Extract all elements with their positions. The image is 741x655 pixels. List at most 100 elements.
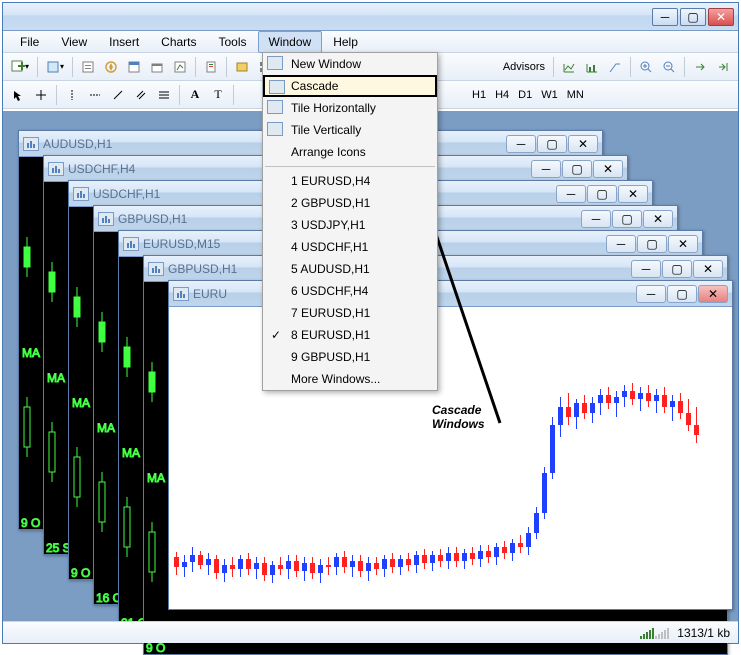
- chart-close-button[interactable]: ✕: [568, 135, 598, 153]
- trendline-button[interactable]: [107, 84, 129, 106]
- text-button[interactable]: A: [184, 84, 206, 106]
- chart-close-button[interactable]: ✕: [618, 185, 648, 203]
- chart-close-button[interactable]: ✕: [668, 235, 698, 253]
- timeframe-mn[interactable]: MN: [563, 87, 588, 103]
- menu-charts[interactable]: Charts: [150, 31, 207, 53]
- svg-text:9 O: 9 O: [21, 516, 40, 529]
- menu-item-tile-horizontally[interactable]: Tile Horizontally: [263, 97, 437, 119]
- text-label-button[interactable]: T: [207, 84, 229, 106]
- window-list-item[interactable]: 4 USDCHF,H1: [263, 236, 437, 258]
- chart-minimize-button[interactable]: ─: [636, 285, 666, 303]
- chart-icon: [148, 262, 164, 276]
- svg-text:MA: MA: [47, 371, 65, 385]
- menu-item-arrange-icons[interactable]: Arrange Icons: [263, 141, 437, 163]
- minimize-button[interactable]: ─: [652, 8, 678, 26]
- close-icon: ✕: [716, 10, 726, 24]
- window-list-item[interactable]: 3 USDJPY,H1: [263, 214, 437, 236]
- window-list-item[interactable]: 5 AUDUSD,H1: [263, 258, 437, 280]
- chart-close-button[interactable]: ✕: [693, 260, 723, 278]
- zoom-in-button[interactable]: [635, 56, 657, 78]
- window-list-item[interactable]: 9 GBPUSD,H1: [263, 346, 437, 368]
- profiles-button[interactable]: ▾: [42, 56, 68, 78]
- chart-icon: [73, 187, 89, 201]
- data-window-button[interactable]: [123, 56, 145, 78]
- maximize-button[interactable]: ▢: [680, 8, 706, 26]
- terminal-button[interactable]: [146, 56, 168, 78]
- window-list-item[interactable]: 7 EURUSD,H1: [263, 302, 437, 324]
- chart-minimize-button[interactable]: ─: [556, 185, 586, 203]
- chart-maximize-button[interactable]: ▢: [537, 135, 567, 153]
- svg-text:9 O: 9 O: [71, 566, 90, 579]
- chart-minimize-button[interactable]: ─: [531, 160, 561, 178]
- window-controls: ─ ▢ ✕: [652, 8, 734, 26]
- svg-text:16 O: 16 O: [96, 591, 119, 604]
- chart-minimize-button[interactable]: ─: [581, 210, 611, 228]
- maximize-icon: ▢: [687, 10, 698, 24]
- window-list-item[interactable]: 8 EURUSD,H1: [263, 324, 437, 346]
- vline-button[interactable]: [61, 84, 83, 106]
- window-layout-icon: [267, 100, 283, 114]
- window-list-item[interactable]: 6 USDCHF,H4: [263, 280, 437, 302]
- chart-maximize-button[interactable]: ▢: [612, 210, 642, 228]
- annotation-text: Cascade Windows: [432, 403, 485, 431]
- connection-icon: [640, 627, 669, 639]
- menu-window[interactable]: Window: [258, 31, 323, 53]
- market-watch-button[interactable]: [77, 56, 99, 78]
- chart-maximize-button[interactable]: ▢: [637, 235, 667, 253]
- chart-icon: [23, 137, 39, 151]
- svg-text:MA: MA: [97, 421, 115, 435]
- menu-tools[interactable]: Tools: [208, 31, 258, 53]
- svg-text:MA: MA: [72, 396, 90, 410]
- chart-maximize-button[interactable]: ▢: [587, 185, 617, 203]
- timeframe-w1[interactable]: W1: [537, 87, 562, 103]
- indicator-btn-3[interactable]: [604, 56, 626, 78]
- window-layout-icon: [267, 122, 283, 136]
- cursor-button[interactable]: [7, 84, 29, 106]
- window-menu-dropdown: New WindowCascadeTile HorizontallyTile V…: [262, 52, 438, 391]
- chart-icon: [98, 212, 114, 226]
- menu-file[interactable]: File: [9, 31, 50, 53]
- window-layout-icon: [267, 56, 283, 70]
- chart-icon: [123, 237, 139, 251]
- menu-help[interactable]: Help: [322, 31, 369, 53]
- menu-item-new-window[interactable]: New Window: [263, 53, 437, 75]
- indicator-btn-1[interactable]: [558, 56, 580, 78]
- navigator-button[interactable]: [100, 56, 122, 78]
- menu-item-tile-vertically[interactable]: Tile Vertically: [263, 119, 437, 141]
- indicator-btn-2[interactable]: [581, 56, 603, 78]
- fibo-button[interactable]: [153, 84, 175, 106]
- new-chart-button[interactable]: ▾: [7, 56, 33, 78]
- chart-maximize-button[interactable]: ▢: [662, 260, 692, 278]
- strategy-tester-button[interactable]: [169, 56, 191, 78]
- svg-text:MA: MA: [147, 471, 165, 485]
- chart-maximize-button[interactable]: ▢: [562, 160, 592, 178]
- chart-close-button[interactable]: ✕: [643, 210, 673, 228]
- new-order-button[interactable]: [200, 56, 222, 78]
- menu-insert[interactable]: Insert: [98, 31, 150, 53]
- shift-button[interactable]: [712, 56, 734, 78]
- close-button[interactable]: ✕: [708, 8, 734, 26]
- meta-editor-button[interactable]: [231, 56, 253, 78]
- window-list-item[interactable]: 2 GBPUSD,H1: [263, 192, 437, 214]
- window-list-item[interactable]: More Windows...: [263, 368, 437, 390]
- menubar: FileViewInsertChartsToolsWindowHelp: [3, 31, 738, 53]
- chart-minimize-button[interactable]: ─: [631, 260, 661, 278]
- zoom-out-button[interactable]: [658, 56, 680, 78]
- window-layout-icon: [269, 80, 285, 94]
- hline-button[interactable]: [84, 84, 106, 106]
- titlebar: ─ ▢ ✕: [3, 3, 738, 31]
- chart-icon: [48, 162, 64, 176]
- svg-text:25 S: 25 S: [46, 541, 69, 554]
- minimize-icon: ─: [661, 10, 670, 24]
- chart-close-button[interactable]: ✕: [593, 160, 623, 178]
- chart-maximize-button[interactable]: ▢: [667, 285, 697, 303]
- menu-view[interactable]: View: [50, 31, 98, 53]
- chart-close-button[interactable]: ✕: [698, 285, 728, 303]
- menu-item-cascade[interactable]: Cascade: [263, 75, 437, 97]
- crosshair-button[interactable]: [30, 84, 52, 106]
- chart-minimize-button[interactable]: ─: [606, 235, 636, 253]
- chart-icon: [173, 287, 189, 301]
- window-list-item[interactable]: 1 EURUSD,H4: [263, 170, 437, 192]
- channel-button[interactable]: [130, 84, 152, 106]
- scroll-button[interactable]: [689, 56, 711, 78]
